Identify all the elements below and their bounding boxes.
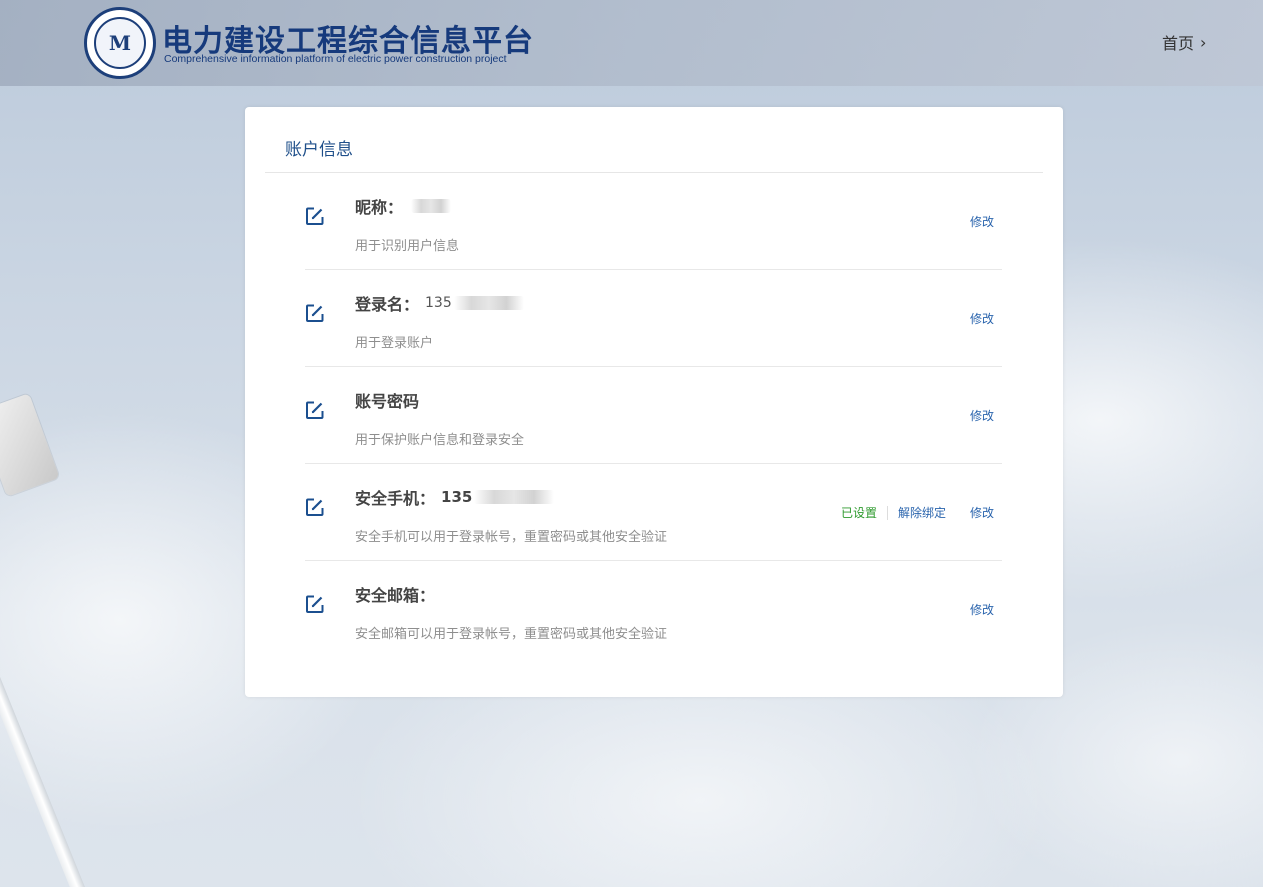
login-name-description: 用于登录账户 [355,336,434,351]
card-title: 账户信息 [285,140,353,160]
row-actions: 修改 [970,213,994,230]
row-actions: 已设置 解除绑定 修改 [841,504,994,521]
edit-icon[interactable] [305,594,325,614]
modify-nickname-link[interactable]: 修改 [970,213,994,230]
row-login-name: 登录名： 135 用于登录账户 修改 [305,270,1002,367]
security-phone-description: 安全手机可以用于登录帐号，重置密码或其他安全验证 [355,530,668,545]
home-label: 首页 [1162,34,1195,53]
logo-mark: M [94,17,146,69]
phone-status-badge: 已设置 [840,506,877,520]
row-actions: 修改 [970,310,994,327]
row-actions: 修改 [970,601,994,618]
row-label: 安全手机： 135 [355,485,555,509]
background-pole [0,634,96,887]
row-label: 登录名： 135 [355,291,524,315]
edit-icon[interactable] [305,497,325,517]
row-label: 账号密码 [355,388,419,412]
row-label: 安全邮箱： [355,582,441,606]
edit-icon[interactable] [305,400,325,420]
login-name-label: 登录名： [355,295,420,314]
row-password: 账号密码 用于保护账户信息和登录安全 修改 [305,367,1002,464]
password-label: 账号密码 [355,392,420,411]
redacted-mask [474,490,555,504]
row-security-phone: 安全手机： 135 安全手机可以用于登录帐号，重置密码或其他安全验证 已设置 解… [305,464,1002,561]
redacted-mask [411,199,452,213]
nickname-label: 昵称： [355,198,404,217]
security-phone-value: 135 [441,488,473,506]
modify-password-link[interactable]: 修改 [970,407,994,424]
platform-logo: M [84,7,156,79]
home-link[interactable]: 首页 › [1162,30,1206,54]
chevron-right-icon: › [1200,32,1207,52]
row-label: 昵称： [355,194,452,218]
edit-icon[interactable] [305,303,325,323]
platform-subtitle: Comprehensive information platform of el… [164,53,507,65]
background-lamp [0,393,60,497]
redacted-mask [453,296,524,310]
nickname-description: 用于识别用户信息 [355,239,460,254]
row-security-email: 安全邮箱： 安全邮箱可以用于登录帐号，重置密码或其他安全验证 修改 [305,561,1002,658]
security-phone-label: 安全手机： [355,489,436,508]
modify-phone-link[interactable]: 修改 [970,504,994,521]
row-actions: 修改 [970,407,994,424]
account-info-card: 账户信息 昵称： 用于识别用户信息 修改 登录名： 135 用于登录账户 修改 … [245,107,1063,697]
modify-email-link[interactable]: 修改 [970,601,994,618]
security-email-label: 安全邮箱： [355,586,436,605]
login-name-value: 135 [425,295,452,311]
row-nickname: 昵称： 用于识别用户信息 修改 [305,173,1002,270]
edit-icon[interactable] [305,206,325,226]
security-email-description: 安全邮箱可以用于登录帐号，重置密码或其他安全验证 [355,627,668,642]
password-description: 用于保护账户信息和登录安全 [355,433,525,448]
top-header: M 电力建设工程综合信息平台 Comprehensive information… [0,0,1263,86]
unbind-phone-link[interactable]: 解除绑定 [898,504,946,521]
action-separator [886,505,888,520]
modify-login-name-link[interactable]: 修改 [970,310,994,327]
